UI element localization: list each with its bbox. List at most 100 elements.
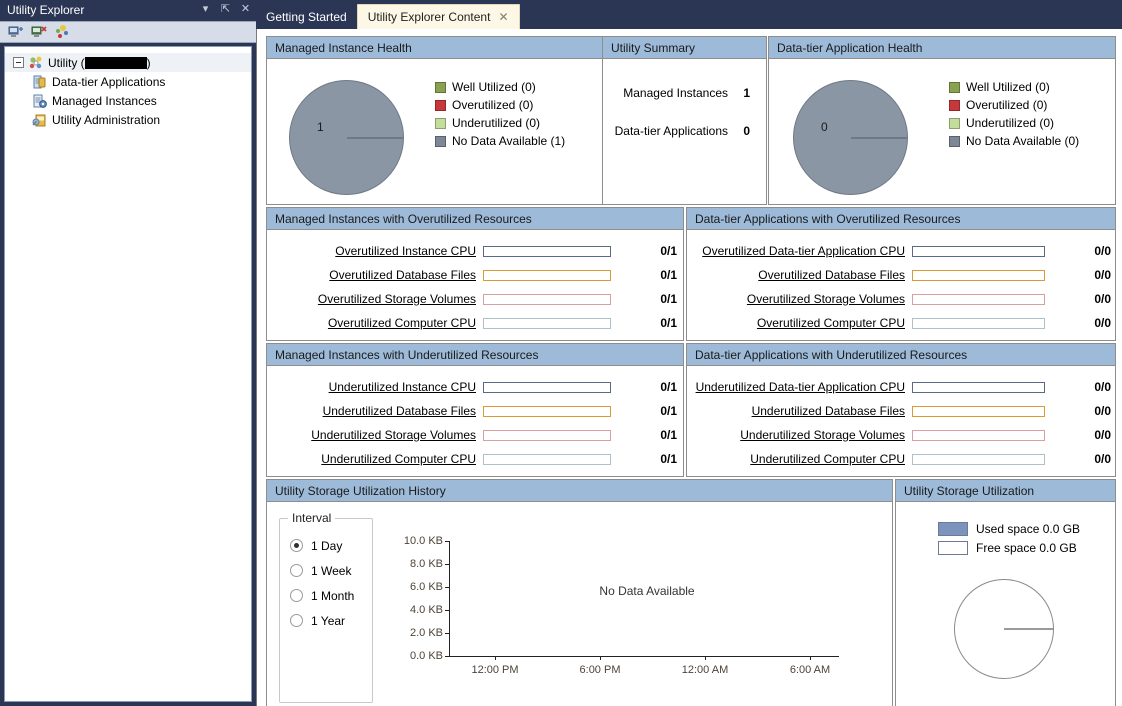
link-underutilized-database-files[interactable]: Underutilized Database Files (267, 404, 483, 418)
link-underutilized-storage-volumes[interactable]: Underutilized Storage Volumes (267, 428, 483, 442)
legend-item-used-space[interactable]: Used space 0.0 GB (938, 519, 1080, 538)
tab-close-icon[interactable]: ✕ (498, 10, 508, 24)
legend-item-well-utilized[interactable]: Well Utilized (0) (949, 78, 1079, 96)
panel-title: Data-tier Application Health (769, 37, 1115, 59)
y-tick-label: 8.0 KB (409, 558, 443, 570)
link-underutilized-data-tier-application-cpu[interactable]: Underutilized Data-tier Application CPU (687, 380, 912, 394)
radio-1-year[interactable]: 1 Year (290, 608, 354, 633)
interval-radio-list: 1 Day 1 Week 1 Month 1 Year (290, 533, 354, 633)
refresh-utility-icon[interactable] (54, 24, 71, 40)
x-tick-mark (705, 656, 706, 660)
managed-instance-health-pie[interactable] (289, 80, 404, 195)
panel-managed-instances-overutilized: Managed Instances with Overutilized Reso… (266, 207, 684, 341)
connect-to-utility-icon[interactable] (8, 24, 25, 40)
y-tick-label: 4.0 KB (409, 604, 443, 616)
panel-body: Managed Instances 1 Data-tier Applicatio… (603, 60, 766, 204)
tree-node-managed-instances[interactable]: Managed Instances (5, 91, 251, 110)
managed-instances-icon (32, 93, 48, 109)
legend-item-underutilized[interactable]: Underutilized (0) (949, 114, 1079, 132)
link-overutilized-instance-cpu[interactable]: Overutilized Instance CPU (267, 244, 483, 258)
radio-icon[interactable] (290, 539, 303, 552)
panel-data-tier-applications-overutilized: Data-tier Applications with Overutilized… (686, 207, 1116, 341)
radio-icon[interactable] (290, 614, 303, 627)
resource-count: 0/0 (1094, 404, 1111, 418)
disconnect-from-utility-icon[interactable] (31, 24, 48, 40)
panel-managed-instance-health: Managed Instance Health 1 Well Utilized … (266, 36, 604, 205)
panel-window-controls: ▾ ⇱ ✕ (199, 2, 252, 17)
radio-1-day[interactable]: 1 Day (290, 533, 354, 558)
link-overutilized-storage-volumes[interactable]: Overutilized Storage Volumes (267, 292, 483, 306)
legend-item-free-space[interactable]: Free space 0.0 GB (938, 538, 1080, 557)
storage-utilization-history-chart[interactable]: 10.0 KB 8.0 KB 6.0 KB 4.0 KB 2.0 KB 0.0 … (385, 518, 885, 706)
legend-item-well-utilized[interactable]: Well Utilized (0) (435, 78, 565, 96)
tree-node-utility-root[interactable]: Utility () (5, 53, 251, 72)
storage-utilization-pie[interactable] (954, 579, 1054, 679)
tree-node-data-tier-applications[interactable]: Data-tier Applications (5, 72, 251, 91)
swatch-used-space (938, 521, 968, 536)
radio-icon[interactable] (290, 564, 303, 577)
link-underutilized-database-files[interactable]: Underutilized Database Files (687, 404, 912, 418)
panel-body: Underutilized Instance CPU 0/1 Underutil… (267, 367, 683, 476)
radio-1-month[interactable]: 1 Month (290, 583, 354, 608)
link-overutilized-storage-volumes[interactable]: Overutilized Storage Volumes (687, 292, 912, 306)
panel-body: 1 Well Utilized (0) Overutilized (0) Und… (267, 60, 603, 204)
legend-item-overutilized[interactable]: Overutilized (0) (949, 96, 1079, 114)
link-overutilized-computer-cpu[interactable]: Overutilized Computer CPU (267, 316, 483, 330)
legend-item-underutilized[interactable]: Underutilized (0) (435, 114, 565, 132)
link-underutilized-computer-cpu[interactable]: Underutilized Computer CPU (687, 452, 912, 466)
x-tick-mark (495, 656, 496, 660)
panel-body: Used space 0.0 GB Free space 0.0 GB (896, 503, 1115, 706)
panel-title: Managed Instances with Underutilized Res… (267, 344, 683, 366)
summary-label: Managed Instances (623, 86, 728, 100)
legend-item-no-data-available[interactable]: No Data Available (1) (435, 132, 565, 150)
panel-utility-storage-utilization-history: Utility Storage Utilization History Inte… (266, 479, 893, 706)
managed-instance-health-legend: Well Utilized (0) Overutilized (0) Under… (435, 78, 565, 150)
x-tick-label: 12:00 PM (471, 664, 519, 676)
pin-icon[interactable]: ⇱ (219, 2, 232, 17)
swatch-no-data-available (949, 135, 960, 147)
chevron-down-icon[interactable]: ▾ (199, 2, 212, 17)
collapse-icon[interactable] (13, 57, 24, 68)
legend-item-no-data-available[interactable]: No Data Available (0) (949, 132, 1079, 150)
pie-center-value: 1 (317, 120, 324, 134)
link-overutilized-database-files[interactable]: Overutilized Database Files (267, 268, 483, 282)
panel-title: Utility Storage Utilization History (267, 480, 892, 502)
tab-getting-started[interactable]: Getting Started (256, 5, 357, 29)
panel-title: Data-tier Applications with Underutilize… (687, 344, 1115, 366)
link-underutilized-instance-cpu[interactable]: Underutilized Instance CPU (267, 380, 483, 394)
resource-row: Underutilized Computer CPU 0/0 (687, 447, 1115, 471)
link-overutilized-data-tier-application-cpu[interactable]: Overutilized Data-tier Application CPU (687, 244, 912, 258)
progress-bar (912, 453, 1045, 465)
tab-utility-explorer-content[interactable]: Utility Explorer Content ✕ (356, 4, 520, 29)
resource-row: Overutilized Instance CPU 0/1 (267, 239, 683, 263)
resource-count: 0/0 (1094, 244, 1111, 258)
resource-count: 0/1 (660, 244, 677, 258)
summary-row-managed-instances[interactable]: Managed Instances 1 (603, 86, 750, 100)
close-icon[interactable]: ✕ (239, 2, 252, 17)
utility-explorer-tree[interactable]: Utility () Data-tier Applications Manage… (4, 46, 252, 702)
data-tier-applications-icon (32, 74, 48, 90)
utility-administration-icon (32, 112, 48, 128)
radio-icon[interactable] (290, 589, 303, 602)
panel-title: Utility Summary (603, 37, 766, 59)
link-overutilized-database-files[interactable]: Overutilized Database Files (687, 268, 912, 282)
panel-data-tier-applications-underutilized: Data-tier Applications with Underutilize… (686, 343, 1116, 477)
resource-row: Underutilized Storage Volumes 0/0 (687, 423, 1115, 447)
resource-row: Underutilized Database Files 0/1 (267, 399, 683, 423)
legend-item-overutilized[interactable]: Overutilized (0) (435, 96, 565, 114)
link-underutilized-computer-cpu[interactable]: Underutilized Computer CPU (267, 452, 483, 466)
link-underutilized-storage-volumes[interactable]: Underutilized Storage Volumes (687, 428, 912, 442)
progress-bar (483, 405, 611, 417)
radio-1-week[interactable]: 1 Week (290, 558, 354, 583)
data-tier-application-health-pie[interactable] (793, 80, 908, 195)
legend-label: Well Utilized (0) (452, 80, 536, 94)
summary-row-data-tier-applications[interactable]: Data-tier Applications 0 (603, 124, 750, 138)
link-overutilized-computer-cpu[interactable]: Overutilized Computer CPU (687, 316, 912, 330)
utility-explorer-panel: Utility Explorer ▾ ⇱ ✕ Utility () Data-… (0, 0, 256, 706)
interval-groupbox: Interval 1 Day 1 Week 1 Month 1 Year (279, 511, 373, 703)
tree-node-utility-administration[interactable]: Utility Administration (5, 110, 251, 129)
resource-count: 0/0 (1094, 380, 1111, 394)
ssms-utility-explorer-window: Utility Explorer ▾ ⇱ ✕ Utility () Data-… (0, 0, 1122, 706)
storage-legend: Used space 0.0 GB Free space 0.0 GB (938, 519, 1080, 557)
panel-utility-summary: Utility Summary Managed Instances 1 Data… (602, 36, 767, 205)
